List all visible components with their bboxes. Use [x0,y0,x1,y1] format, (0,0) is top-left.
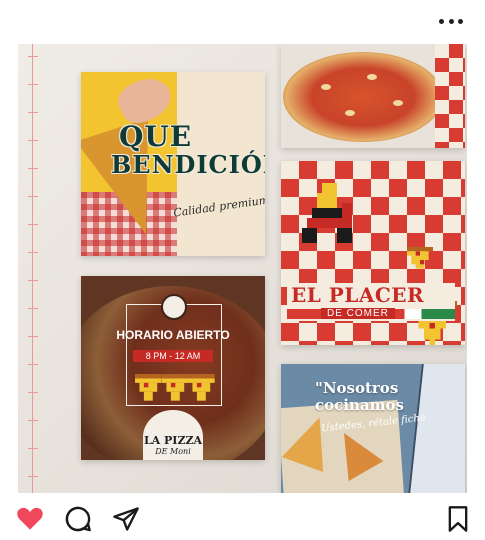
ruled-line [28,420,38,421]
brand-subname: DE Moni [155,447,191,456]
dot [439,18,444,24]
dot [448,18,454,24]
ruled-line [28,308,38,309]
ruled-line [28,280,38,281]
ruled-line [28,84,38,85]
card-el-placer: EL PLACER DE COMER [281,161,465,345]
script-tagline: Calidad premium [172,193,265,220]
headline-line-2: cocinamos [315,396,404,414]
post-action-bar [0,498,485,540]
brand-name: LA PIZZA [143,434,203,447]
ruled-line [28,448,38,449]
pixel-delivery-scooter-icon [302,183,352,243]
cheese-spot [393,100,403,106]
pizza-slice-icon [188,374,216,401]
ruled-line [28,112,38,113]
ruled-line [28,364,38,365]
ruled-line [28,476,38,477]
checkered-pattern [435,44,465,148]
card-nosotros: "Nosotros cocinamos Ustedes, rétale fich… [281,364,465,493]
ruled-line [28,196,38,197]
card-que-bendicion: QUE BENDICIÓN Calidad premium [81,72,265,256]
bookmark-icon[interactable] [446,505,470,533]
subheadline-de-comer: DE COMER [321,308,395,319]
card-horario: HORARIO ABIERTO 8 PM - 12 AM LA PIZZA DE… [81,276,265,460]
cheese-spot [345,110,355,116]
hours-value: 8 PM - 12 AM [133,350,213,362]
headline-line-1: "Nosotros [315,379,399,397]
ruled-line [28,392,38,393]
phone-image [407,364,465,493]
heart-icon[interactable] [16,505,44,531]
pixel-pizza-slice-icon [407,247,433,269]
brand-logo: LA PIZZA DE Moni [143,410,203,460]
pizza-icons-row [135,374,216,401]
pizza-slice-icon [135,374,162,401]
clock-icon [161,294,187,320]
headline-que: QUE [119,120,193,153]
headline-el-placer: EL PLACER [291,283,425,307]
ruled-line [28,56,38,57]
headline-bendicion: BENDICIÓN [111,150,265,179]
hours-label: HORARIO ABIERTO [116,328,230,342]
ruled-line [28,168,38,169]
comment-icon[interactable] [64,505,92,533]
post-image[interactable]: QUE BENDICIÓN Calidad premium [18,44,467,493]
cheese-spot [367,74,377,80]
ruled-line [28,224,38,225]
ruled-line [28,336,38,337]
headline-nosotros: "Nosotros cocinamos [315,380,404,414]
pizza-slice-icon [161,374,189,401]
more-options-icon[interactable] [439,12,463,30]
ruled-line [28,140,38,141]
send-icon[interactable] [112,505,140,533]
cheese-spot [321,84,331,90]
card-pizza-photo [281,44,465,148]
dot [458,18,463,24]
pizza-image [283,52,443,142]
ruled-line [28,252,38,253]
